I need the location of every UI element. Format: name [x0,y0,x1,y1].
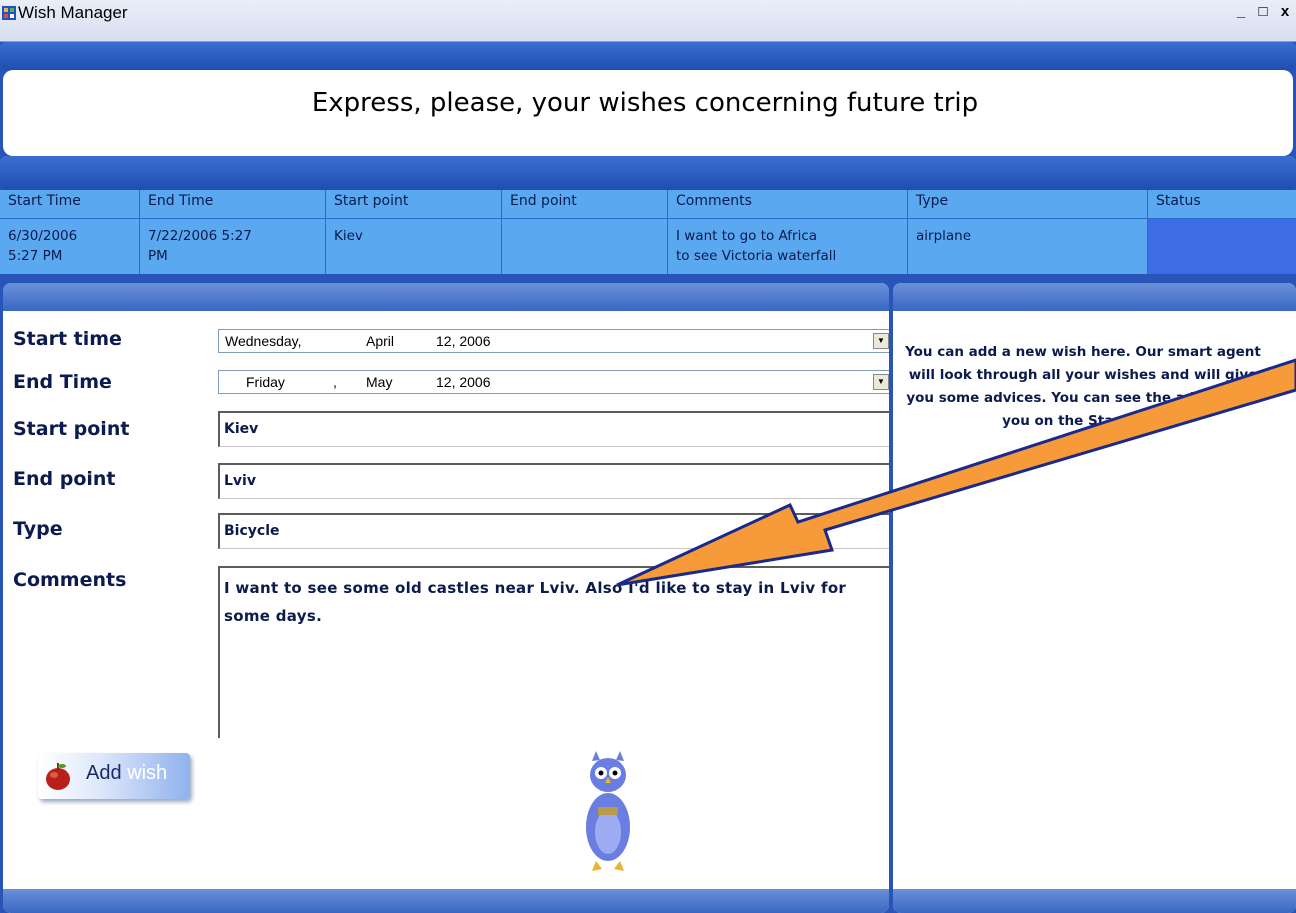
cell-end-time[interactable]: 7/22/2006 5:27 PM [148,226,252,266]
cell-start-time[interactable]: 6/30/2006 5:27 PM [8,226,77,266]
header-top-band [0,42,1296,70]
label-start-time: Start time [13,328,122,350]
start-weekday: Wednesday, [225,333,302,349]
column-status: Status [1148,190,1296,274]
header-bottom-band [0,156,1296,190]
header-comments[interactable]: Comments [676,193,752,209]
cell-start-point[interactable]: Kiev [334,226,363,246]
header-start-point[interactable]: Start point [334,193,408,209]
header-start-time[interactable]: Start Time [8,193,81,209]
app-icon [2,6,16,20]
type-input[interactable]: Bicycle [218,513,889,549]
column-end-time: End Time 7/22/2006 5:27 PM [140,190,326,274]
start-time-picker[interactable]: Wednesday, April 12, 2006 ▼ [218,329,889,353]
label-end-point: End point [13,468,116,490]
window-title: Wish Manager [18,3,128,22]
comments-textarea[interactable]: I want to see some old castles near Lviv… [218,566,889,738]
page-title: Express, please, your wishes concerning … [311,88,979,118]
cell-comments[interactable]: I want to go to Africa to see Victoria w… [676,226,836,266]
title-bar: Wish Manager _ □ x [0,0,1296,42]
end-time-picker[interactable]: Friday , May 12, 2006 ▼ [218,370,889,394]
label-start-point: Start point [13,418,130,440]
end-point-input[interactable]: Lviv [218,463,889,499]
end-weekday: Friday [246,374,285,390]
add-wish-label: Add wish [86,762,168,784]
header-end-point[interactable]: End point [510,193,577,209]
hint-panel: You can add a new wish here. Our smart a… [893,283,1296,913]
column-start-time: Start Time 6/30/2006 5:27 PM [0,190,140,274]
add-wish-button[interactable]: Add wish [38,753,190,799]
end-separator: , [333,374,337,390]
start-point-input[interactable]: Kiev [218,411,889,447]
header-type[interactable]: Type [916,193,948,209]
header-end-time[interactable]: End Time [148,193,213,209]
apple-icon [46,763,70,790]
wishes-grid[interactable]: Start Time 6/30/2006 5:27 PM End Time 7/… [0,190,1296,274]
column-start-point: Start point Kiev [326,190,502,274]
cell-type[interactable]: airplane [916,226,971,246]
wish-form-panel: Start time Wednesday, April 12, 2006 ▼ E… [3,283,889,913]
label-type: Type [13,518,63,540]
column-comments: Comments I want to go to Africa to see V… [668,190,908,274]
label-comments: Comments [13,569,127,591]
start-day-year: 12, 2006 [436,333,491,349]
end-day-year: 12, 2006 [436,374,491,390]
minimize-button[interactable]: _ [1230,2,1252,24]
header-status[interactable]: Status [1156,193,1201,209]
dropdown-arrow-icon[interactable]: ▼ [873,374,889,390]
column-end-point: End point [502,190,668,274]
maximize-button[interactable]: □ [1252,2,1274,24]
close-button[interactable]: x [1274,2,1296,24]
end-month: May [366,374,393,390]
dropdown-arrow-icon[interactable]: ▼ [873,333,889,349]
owl-mascot [586,751,630,871]
hint-text: You can add a new wish here. Our smart a… [905,344,1261,429]
column-type: Type airplane [908,190,1148,274]
label-end-time: End Time [13,371,112,393]
start-month: April [366,333,395,349]
